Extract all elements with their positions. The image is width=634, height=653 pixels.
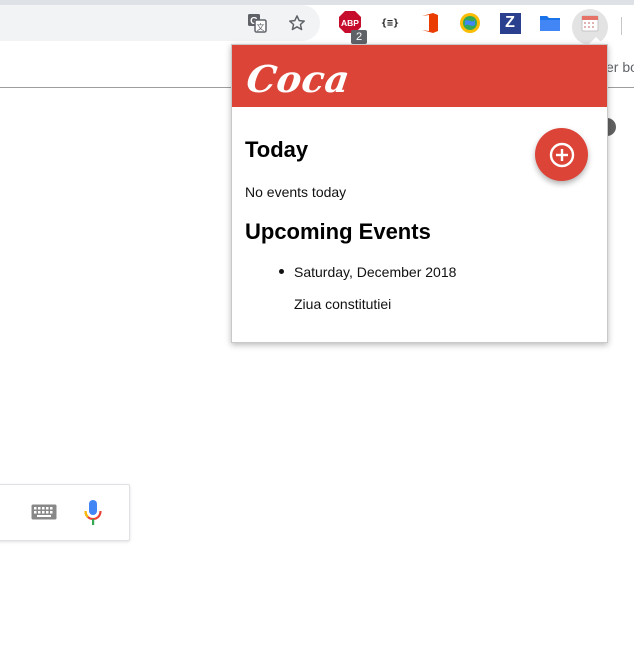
list-bullet: [279, 269, 284, 274]
microphone-icon[interactable]: [83, 499, 103, 532]
app-logo: Coca: [243, 57, 353, 101]
json-viewer-icon[interactable]: {≡}: [378, 11, 402, 35]
popup-header: Coca: [232, 45, 607, 107]
folder-extension-icon[interactable]: [538, 11, 562, 35]
office-icon[interactable]: [418, 11, 442, 35]
svg-text:文: 文: [257, 22, 265, 32]
adblock-badge: 2: [351, 30, 367, 44]
upcoming-heading: Upcoming Events: [245, 219, 431, 244]
no-events-text: No events today: [245, 184, 347, 200]
today-heading: Today: [245, 137, 309, 162]
address-bar[interactable]: [0, 5, 320, 41]
add-circle-icon: [549, 142, 574, 167]
add-event-button[interactable]: [535, 128, 588, 181]
z-extension-label: Z: [499, 12, 521, 34]
event-date: Saturday, December 2018: [294, 264, 457, 280]
globe-extension-icon[interactable]: [458, 11, 482, 35]
json-viewer-label: {≡}: [380, 17, 400, 29]
browser-window: G 文 ABP 2 {≡} Z er b Coca Today No event…: [0, 0, 634, 653]
search-box[interactable]: [0, 484, 130, 541]
z-extension-icon[interactable]: Z: [498, 11, 522, 35]
extension-popup: Coca Today No events today Upcoming Even…: [231, 44, 608, 343]
event-name[interactable]: Ziua constitutiei: [294, 296, 391, 312]
keyboard-icon[interactable]: [31, 504, 57, 525]
translate-icon[interactable]: G 文: [245, 11, 269, 35]
toolbar-separator: [621, 17, 622, 35]
calendar-extension-icon[interactable]: [578, 11, 602, 35]
bookmark-star-icon[interactable]: [285, 11, 309, 35]
adblock-label: ABP: [341, 18, 359, 28]
bookmark-item[interactable]: er bo: [606, 59, 634, 75]
